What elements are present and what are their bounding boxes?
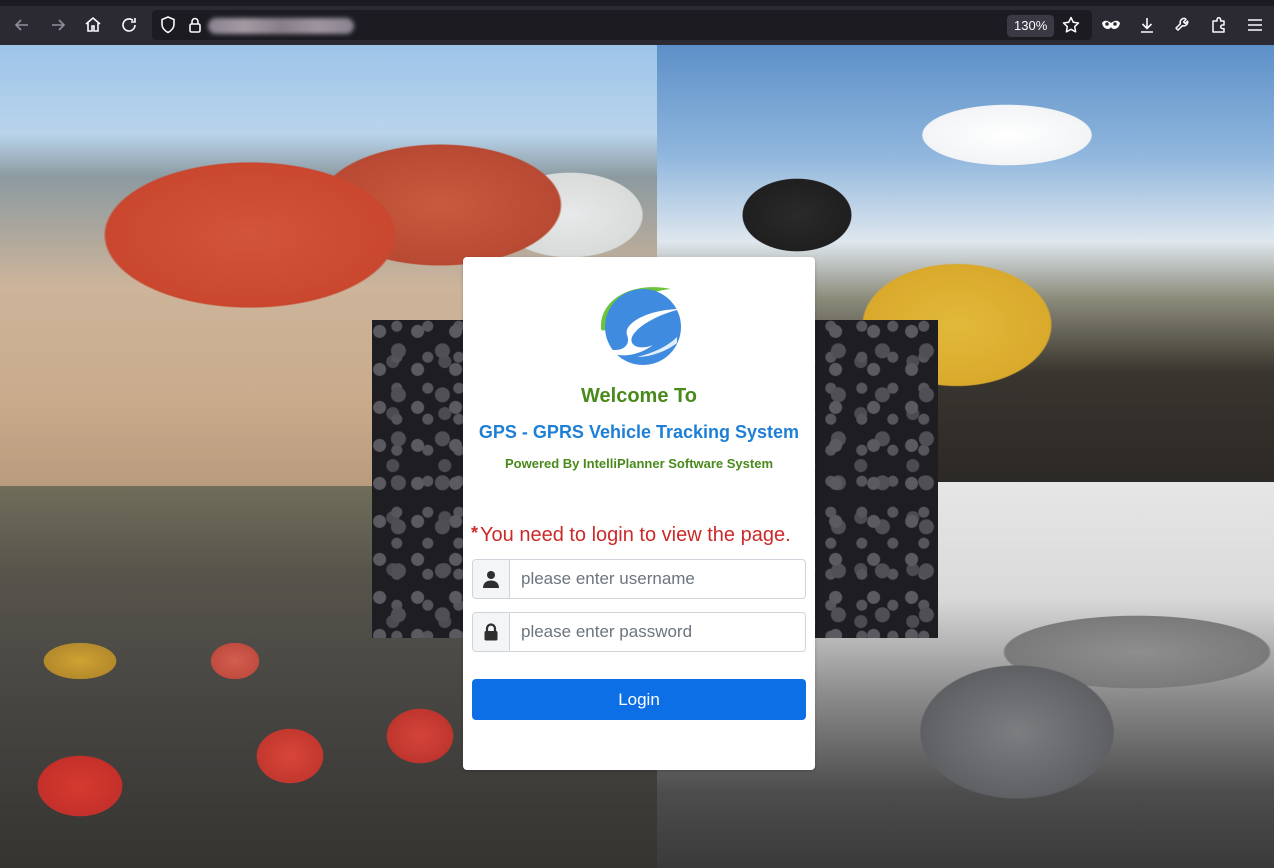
login-required-notice: * You need to login to view the page. (471, 523, 811, 547)
username-input[interactable] (511, 560, 805, 598)
home-icon[interactable] (78, 12, 108, 38)
reload-icon[interactable] (114, 12, 144, 38)
browser-toolbar: 130% (0, 0, 1274, 45)
forward-icon[interactable] (43, 12, 73, 38)
username-field (472, 559, 806, 599)
system-title: GPS - GPRS Vehicle Tracking System (478, 422, 800, 442)
hamburger-menu-icon[interactable] (1240, 12, 1270, 38)
lock-icon[interactable] (188, 16, 202, 39)
puzzle-icon[interactable] (1204, 12, 1234, 38)
star-icon[interactable] (1062, 16, 1080, 39)
blurred-url[interactable] (208, 18, 354, 34)
zoom-level[interactable]: 130% (1007, 15, 1055, 37)
welcome-heading: Welcome To (581, 385, 697, 407)
url-bar[interactable]: 130% (152, 10, 1092, 40)
download-icon[interactable] (1132, 12, 1162, 38)
lock-icon (473, 613, 510, 651)
back-icon[interactable] (7, 12, 37, 38)
password-field (472, 612, 806, 652)
powered-by-text: Powered By IntelliPlanner Software Syste… (504, 456, 774, 471)
wrench-icon[interactable] (1168, 12, 1198, 38)
mask-icon[interactable] (1096, 12, 1126, 38)
login-card: Welcome To GPS - GPRS Vehicle Tracking S… (463, 257, 815, 770)
password-input[interactable] (511, 613, 805, 651)
app-logo (600, 287, 681, 365)
user-icon (473, 560, 510, 598)
notice-text: You need to login to view the page. (480, 524, 791, 546)
shield-icon[interactable] (160, 16, 176, 39)
required-asterisk: * (471, 523, 479, 543)
login-button[interactable]: Login (472, 679, 806, 720)
